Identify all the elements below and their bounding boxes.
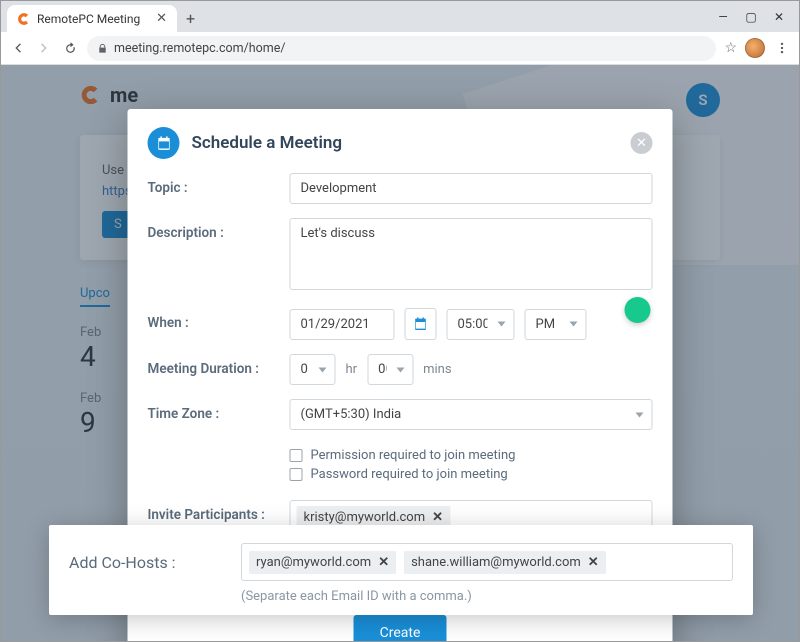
tab-close-icon[interactable]: ✕ [156, 11, 167, 26]
duration-mins-select[interactable] [367, 354, 413, 385]
duration-label: Meeting Duration : [148, 354, 290, 377]
menu-button[interactable] [773, 39, 791, 57]
permission-checkbox-row[interactable]: Permission required to join meeting [290, 448, 653, 463]
password-checkbox-row[interactable]: Password required to join meeting [290, 467, 653, 482]
new-tab-button[interactable]: + [177, 5, 204, 32]
when-label: When : [148, 308, 290, 331]
cohost-tag: shane.william@myworld.com ✕ [404, 551, 606, 574]
participant-email: kristy@myworld.com [304, 510, 426, 525]
calendar-picker-button[interactable] [405, 308, 437, 340]
forward-button[interactable] [35, 39, 53, 57]
time-select[interactable] [447, 309, 515, 340]
assist-badge-icon[interactable] [625, 297, 651, 323]
cohost-email: ryan@myworld.com [256, 555, 371, 570]
hr-label: hr [346, 362, 358, 377]
lock-icon [97, 43, 108, 54]
remove-cohost-icon[interactable]: ✕ [588, 555, 599, 570]
create-button[interactable]: Create [354, 615, 447, 641]
tab-title: RemotePC Meeting [37, 12, 140, 26]
duration-hours-select[interactable] [290, 354, 336, 385]
address-bar: meeting.remotepc.com/home/ ☆ [1, 32, 799, 65]
mins-label: mins [423, 362, 451, 377]
remove-cohost-icon[interactable]: ✕ [378, 555, 389, 570]
close-window-button[interactable]: ✕ [765, 1, 793, 32]
modal-header: Schedule a Meeting ✕ [128, 109, 673, 173]
tabs-strip: RemotePC Meeting ✕ + [1, 1, 709, 32]
address-field[interactable]: meeting.remotepc.com/home/ [87, 36, 716, 61]
topic-input[interactable] [290, 173, 653, 204]
browser-window: RemotePC Meeting ✕ + — ▢ ✕ meeting.remot… [0, 0, 800, 642]
calendar-icon [148, 127, 180, 159]
remove-participant-icon[interactable]: ✕ [432, 510, 443, 525]
calendar-picker-icon [413, 316, 429, 332]
date-input[interactable] [290, 309, 395, 340]
permission-check-label: Permission required to join meeting [311, 448, 516, 463]
modal-title: Schedule a Meeting [192, 133, 343, 153]
minimize-button[interactable]: — [709, 1, 737, 32]
page-content: me S Use https S Upco Feb 4 Feb 9 [1, 65, 799, 641]
remotepc-favicon-icon [17, 12, 31, 26]
topic-label: Topic : [148, 173, 290, 196]
spacer [148, 444, 290, 451]
invite-label: Invite Participants : [148, 500, 290, 523]
password-checkbox[interactable] [290, 468, 303, 481]
permission-checkbox[interactable] [290, 449, 303, 462]
profile-avatar[interactable] [745, 38, 765, 58]
bookmark-star-icon[interactable]: ☆ [724, 40, 737, 56]
password-check-label: Password required to join meeting [311, 467, 508, 482]
back-button[interactable] [9, 39, 27, 57]
titlebar: RemotePC Meeting ✕ + — ▢ ✕ [1, 1, 799, 32]
address-url: meeting.remotepc.com/home/ [114, 41, 286, 56]
modal-close-button[interactable]: ✕ [631, 132, 653, 154]
browser-tab[interactable]: RemotePC Meeting ✕ [7, 5, 177, 32]
cohosts-panel: Add Co-Hosts : ryan@myworld.com ✕ shane.… [49, 525, 753, 615]
cohosts-help-text: (Separate each Email ID with a comma.) [241, 589, 733, 604]
create-button-label: Create [380, 625, 421, 641]
cohosts-input[interactable]: ryan@myworld.com ✕ shane.william@myworld… [241, 543, 733, 581]
window-controls: — ▢ ✕ [709, 1, 799, 32]
cohost-tag: ryan@myworld.com ✕ [249, 551, 396, 574]
cohost-email: shane.william@myworld.com [411, 555, 581, 570]
description-input[interactable]: Let's discuss [290, 218, 653, 290]
ampm-select[interactable] [525, 309, 587, 340]
description-label: Description : [148, 218, 290, 241]
timezone-select[interactable] [290, 399, 653, 430]
timezone-label: Time Zone : [148, 399, 290, 422]
cohosts-label: Add Co-Hosts : [69, 553, 241, 572]
maximize-button[interactable]: ▢ [737, 1, 765, 32]
reload-button[interactable] [61, 39, 79, 57]
